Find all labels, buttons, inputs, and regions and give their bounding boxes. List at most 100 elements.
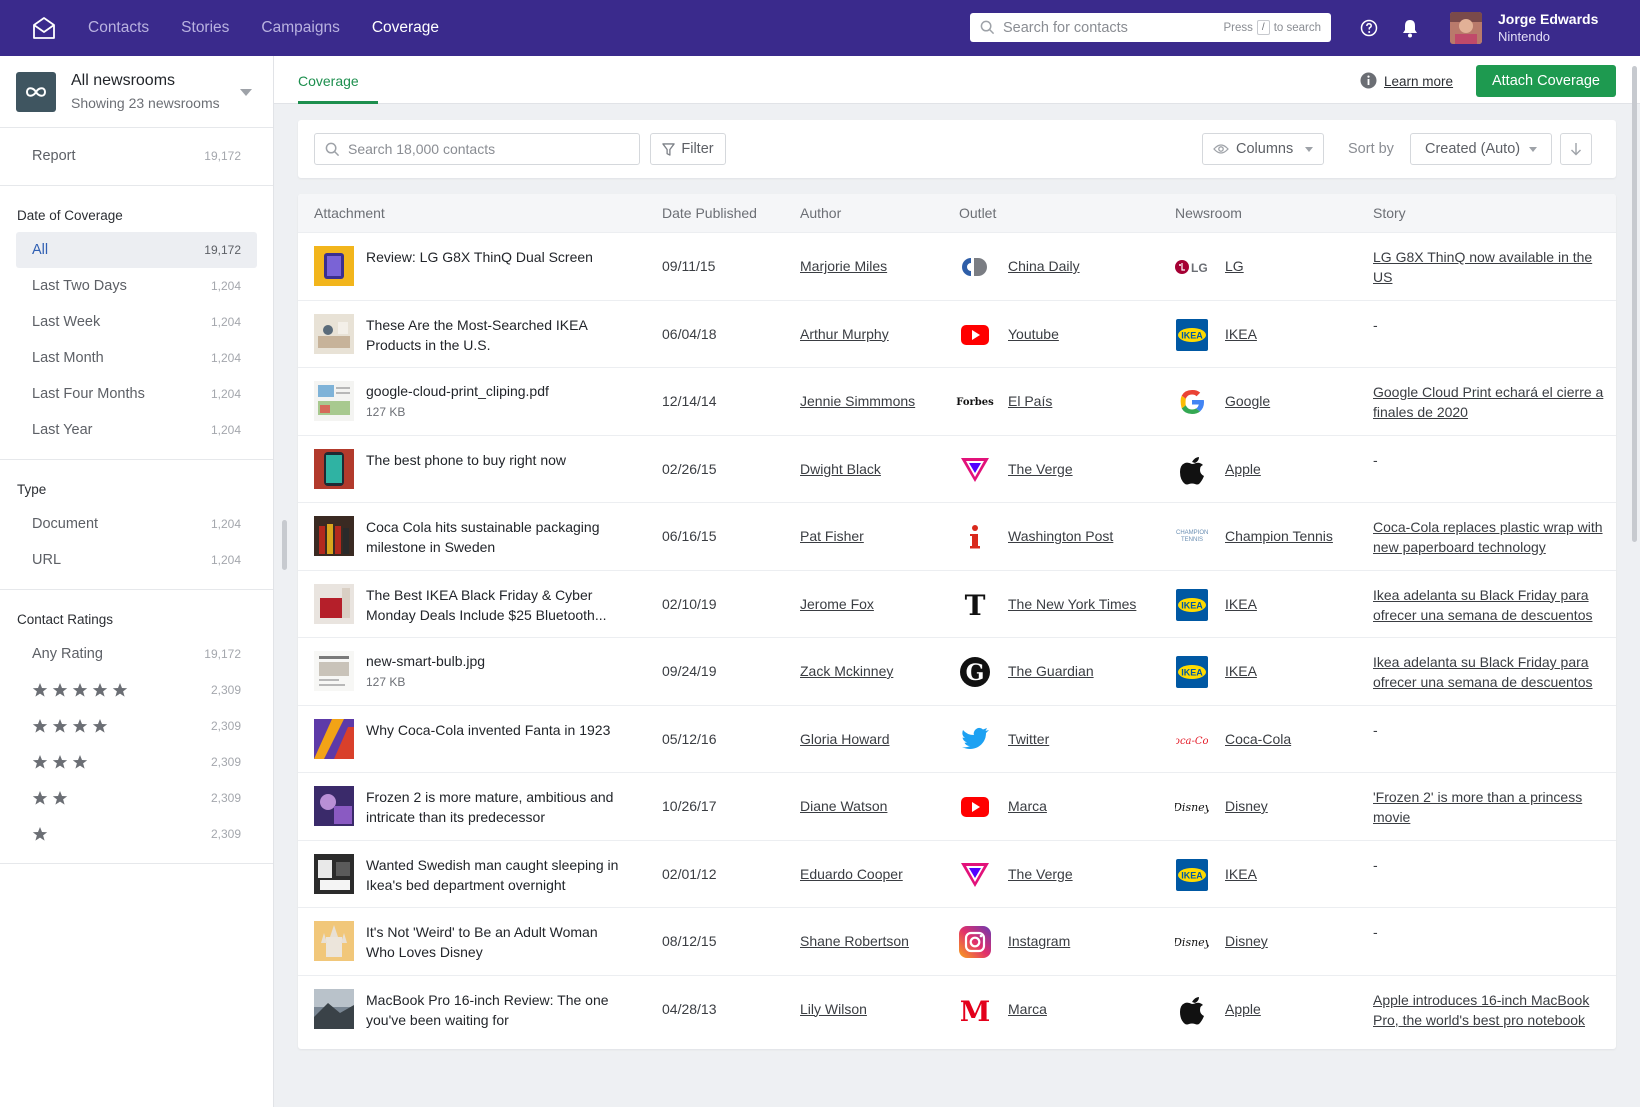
column-header-outlet[interactable]: Outlet (959, 205, 996, 221)
table-row[interactable]: It's Not 'Weird' to Be an Adult Woman Wh… (298, 907, 1616, 975)
author-link[interactable]: Gloria Howard (800, 731, 889, 747)
attachment-title[interactable]: Coca Cola hits sustainable packaging mil… (366, 517, 626, 557)
sidebar-item-rating-1[interactable]: 2,309 (16, 816, 257, 852)
outlet-link[interactable]: The Verge (1008, 866, 1073, 882)
newsroom-link[interactable]: Google (1225, 393, 1270, 409)
newsroom-link[interactable]: Disney (1225, 798, 1268, 814)
sidebar-item-type-url[interactable]: URL 1,204 (16, 542, 257, 578)
column-header-newsroom[interactable]: Newsroom (1175, 205, 1242, 221)
author-link[interactable]: Lily Wilson (800, 1001, 867, 1017)
sidebar-item-rating-4[interactable]: 2,309 (16, 708, 257, 744)
attachment-title[interactable]: Why Coca-Cola invented Fanta in 1923 (366, 720, 626, 740)
table-row[interactable]: MacBook Pro 16-inch Review: The one you'… (298, 974, 1616, 1043)
outlet-link[interactable]: Marca (1008, 1001, 1047, 1017)
attachment-thumbnail[interactable] (314, 921, 354, 961)
learn-more-link[interactable]: Learn more (1384, 74, 1453, 89)
attachment-title[interactable]: Frozen 2 is more mature, ambitious and i… (366, 787, 626, 827)
newsroom-link[interactable]: LG (1225, 258, 1244, 274)
attachment-thumbnail[interactable] (314, 448, 354, 489)
newsroom-link[interactable]: Champion Tennis (1225, 528, 1333, 544)
attachment-thumbnail[interactable] (314, 853, 354, 894)
story-link[interactable]: Coca-Cola replaces plastic wrap with new… (1373, 517, 1609, 557)
attachment-thumbnail[interactable] (314, 583, 354, 624)
outlet-link[interactable]: The New York Times (1008, 596, 1136, 612)
attachment-title[interactable]: google-cloud-print_cliping.pdf (366, 381, 626, 401)
columns-dropdown[interactable]: Columns (1202, 133, 1324, 165)
nav-contacts[interactable]: Contacts (88, 19, 149, 37)
sidebar-item-date-last-year[interactable]: Last Year 1,204 (16, 412, 257, 448)
author-link[interactable]: Zack Mckinney (800, 663, 893, 679)
attachment-title[interactable]: Review: LG G8X ThinQ Dual Screen (366, 247, 626, 267)
outlet-link[interactable]: El País (1008, 393, 1052, 409)
nav-campaigns[interactable]: Campaigns (261, 19, 339, 37)
newsroom-link[interactable]: Apple (1225, 1001, 1261, 1017)
author-link[interactable]: Arthur Murphy (800, 326, 889, 342)
table-row[interactable]: new-smart-bulb.jpg 127 KB 09/24/19 Zack Mck… (298, 637, 1616, 705)
table-search-input[interactable]: Search 18,000 contacts (314, 133, 640, 165)
help-icon[interactable] (1360, 19, 1378, 37)
table-row[interactable]: Frozen 2 is more mature, ambitious and i… (298, 772, 1616, 840)
column-header-date[interactable]: Date Published (662, 205, 757, 221)
attachment-thumbnail[interactable] (314, 381, 354, 421)
story-link[interactable]: Apple introduces 16-inch MacBook Pro, th… (1373, 990, 1609, 1030)
app-logo-icon[interactable] (30, 14, 58, 42)
story-link[interactable]: LG G8X ThinQ now available in the US (1373, 247, 1609, 287)
attachment-title[interactable]: It's Not 'Weird' to Be an Adult Woman Wh… (366, 922, 626, 962)
author-link[interactable]: Shane Robertson (800, 933, 909, 949)
outlet-link[interactable]: Youtube (1008, 326, 1059, 342)
nav-coverage[interactable]: Coverage (372, 19, 439, 37)
table-row[interactable]: The best phone to buy right now 02/26/15 D… (298, 434, 1616, 503)
chevron-down-icon[interactable] (240, 89, 252, 96)
author-link[interactable]: Marjorie Miles (800, 258, 887, 274)
attachment-thumbnail[interactable] (314, 718, 354, 759)
attachment-thumbnail[interactable] (314, 516, 354, 556)
story-link[interactable]: Ikea adelanta su Black Friday para ofrec… (1373, 585, 1609, 625)
table-row[interactable]: These Are the Most-Searched IKEA Product… (298, 299, 1616, 368)
sidebar-item-rating-2[interactable]: 2,309 (16, 780, 257, 816)
sidebar-item-date-last-week[interactable]: Last Week 1,204 (16, 304, 257, 340)
sidebar-item-date-all[interactable]: All 19,172 (16, 232, 257, 268)
user-name[interactable]: Jorge Edwards (1498, 11, 1598, 27)
filter-button[interactable]: Filter (650, 133, 726, 165)
attachment-thumbnail[interactable] (314, 651, 354, 691)
column-header-attachment[interactable]: Attachment (314, 205, 385, 221)
content-scrollbar[interactable] (1632, 66, 1637, 542)
newsroom-link[interactable]: Coca-Cola (1225, 731, 1291, 747)
outlet-link[interactable]: The Guardian (1008, 663, 1094, 679)
sidebar-item-rating-3[interactable]: 2,309 (16, 744, 257, 780)
nav-stories[interactable]: Stories (181, 19, 229, 37)
column-header-author[interactable]: Author (800, 205, 841, 221)
outlet-link[interactable]: Washington Post (1008, 528, 1113, 544)
newsroom-link[interactable]: IKEA (1225, 866, 1257, 882)
sidebar-scrollbar[interactable] (282, 520, 287, 570)
newsroom-link[interactable]: IKEA (1225, 326, 1257, 342)
newsroom-selector[interactable]: All newsrooms Showing 23 newsrooms (0, 56, 273, 128)
attachment-title[interactable]: The Best IKEA Black Friday & Cyber Monda… (366, 585, 626, 625)
table-row[interactable]: The Best IKEA Black Friday & Cyber Monda… (298, 569, 1616, 638)
outlet-link[interactable]: The Verge (1008, 461, 1073, 477)
notifications-bell-icon[interactable] (1401, 18, 1419, 38)
attachment-title[interactable]: MacBook Pro 16-inch Review: The one you'… (366, 990, 626, 1030)
newsroom-link[interactable]: Apple (1225, 461, 1261, 477)
sidebar-item-any-rating[interactable]: Any Rating 19,172 (16, 636, 257, 672)
column-header-story[interactable]: Story (1373, 205, 1406, 221)
newsroom-link[interactable]: IKEA (1225, 596, 1257, 612)
attachment-title[interactable]: new-smart-bulb.jpg (366, 651, 626, 671)
author-link[interactable]: Diane Watson (800, 798, 887, 814)
newsroom-link[interactable]: IKEA (1225, 663, 1257, 679)
sidebar-item-type-document[interactable]: Document 1,204 (16, 506, 257, 542)
outlet-link[interactable]: Marca (1008, 798, 1047, 814)
outlet-link[interactable]: Twitter (1008, 731, 1049, 747)
sidebar-item-date-last-month[interactable]: Last Month 1,204 (16, 340, 257, 376)
table-row[interactable]: Wanted Swedish man caught sleeping in Ik… (298, 839, 1616, 908)
author-link[interactable]: Eduardo Cooper (800, 866, 903, 882)
sort-dropdown[interactable]: Created (Auto) (1410, 133, 1552, 165)
author-link[interactable]: Jerome Fox (800, 596, 874, 612)
attachment-title[interactable]: Wanted Swedish man caught sleeping in Ik… (366, 855, 626, 895)
attach-coverage-button[interactable]: Attach Coverage (1476, 65, 1616, 97)
author-link[interactable]: Jennie Simmmons (800, 393, 915, 409)
story-link[interactable]: Google Cloud Print echará el cierre a fi… (1373, 382, 1609, 422)
story-link[interactable]: 'Frozen 2' is more than a princess movie (1373, 787, 1609, 827)
table-row[interactable]: google-cloud-print_cliping.pdf 127 KB 12/1… (298, 367, 1616, 435)
newsroom-link[interactable]: Disney (1225, 933, 1268, 949)
